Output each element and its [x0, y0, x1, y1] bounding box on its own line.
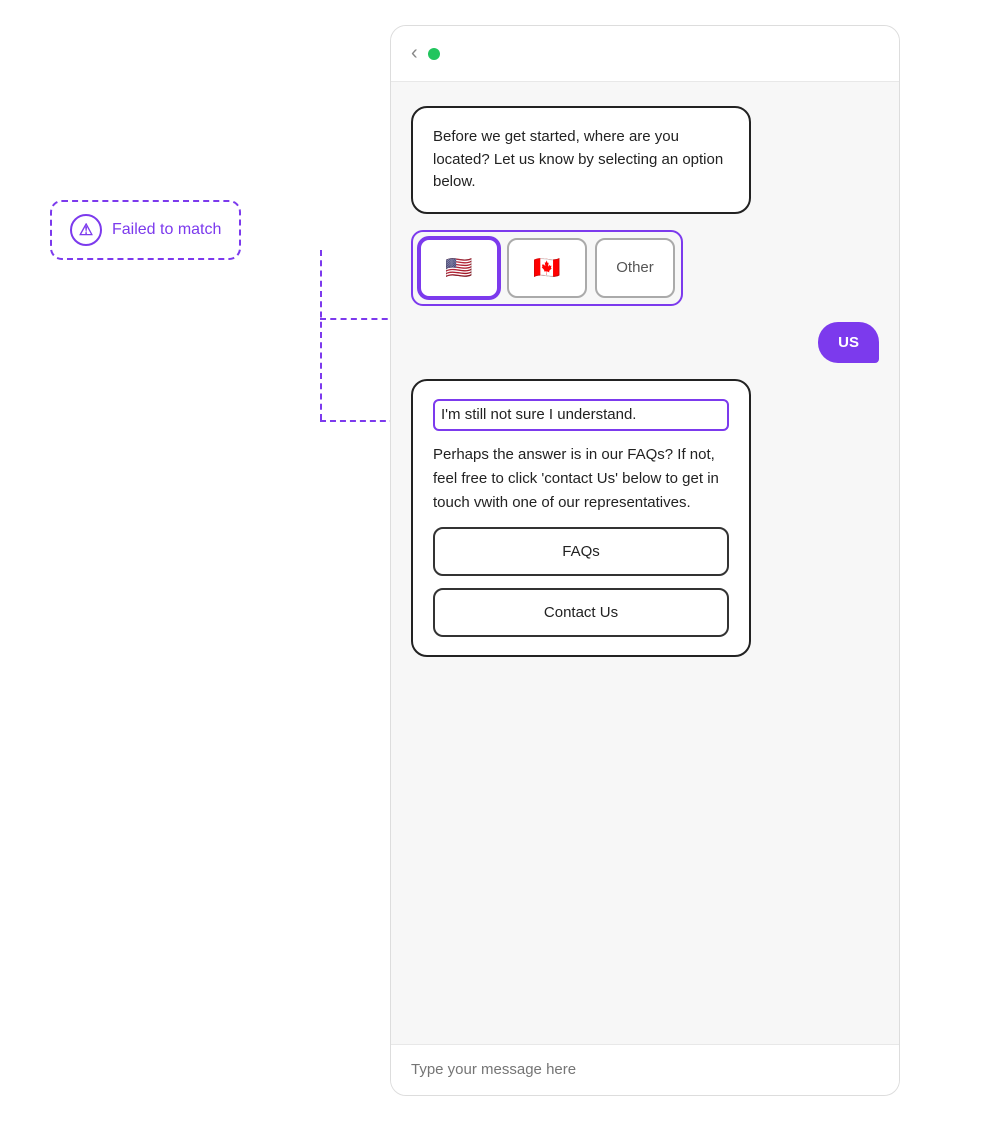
status-indicator [428, 48, 440, 60]
user-reply-bubble: US [818, 322, 879, 363]
chat-body: Before we get started, where are you loc… [391, 82, 899, 1044]
response-bubble: I'm still not sure I understand. Perhaps… [411, 379, 751, 657]
page-wrapper: ⚠ Failed to match ! ‹ Before we get star… [0, 0, 1000, 1121]
options-row: 🇺🇸 🇨🇦 Other [419, 238, 675, 298]
chat-window: ‹ Before we get started, where are you l… [390, 25, 900, 1096]
faqs-button[interactable]: FAQs [433, 527, 729, 576]
connector-line-h1 [320, 318, 398, 320]
option-other[interactable]: Other [595, 238, 675, 298]
response-body: Perhaps the answer is in our FAQs? If no… [433, 443, 729, 515]
message-input[interactable] [411, 1061, 879, 1078]
back-button[interactable]: ‹ [411, 42, 418, 65]
annotation-label: Failed to match [112, 221, 221, 239]
option-us[interactable]: 🇺🇸 [419, 238, 499, 298]
failed-to-match-annotation: ⚠ Failed to match [50, 200, 241, 260]
options-container: 🇺🇸 🇨🇦 Other [411, 230, 683, 306]
response-first-line: I'm still not sure I understand. [433, 399, 729, 431]
contact-us-button[interactable]: Contact Us [433, 588, 729, 637]
chat-footer [391, 1044, 899, 1095]
chat-header: ‹ [391, 26, 899, 82]
bot-message-1: Before we get started, where are you loc… [411, 106, 751, 214]
connector-line-v1 [320, 250, 322, 420]
option-ca[interactable]: 🇨🇦 [507, 238, 587, 298]
warning-icon: ⚠ [70, 214, 102, 246]
